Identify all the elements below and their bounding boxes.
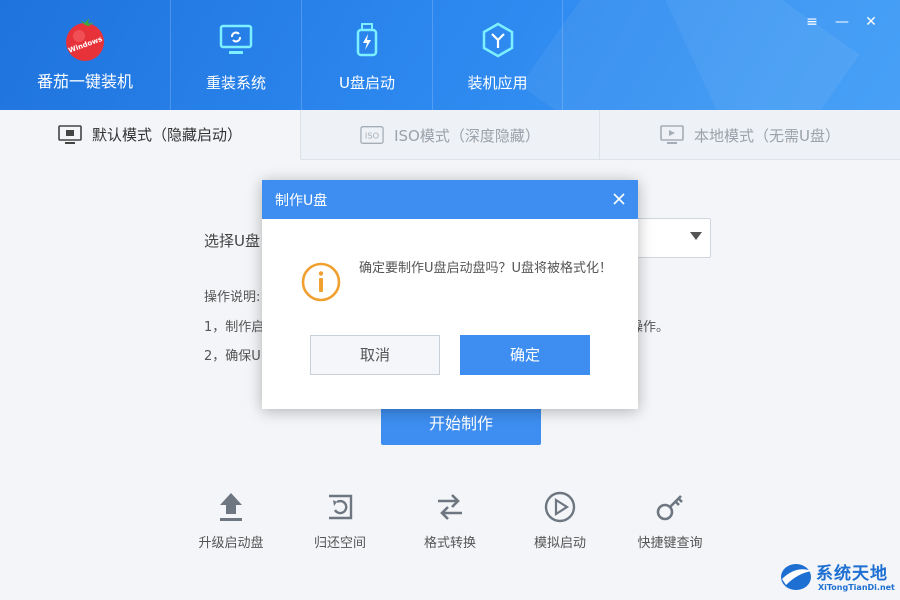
- play-circle-icon: [544, 491, 576, 523]
- monitor-refresh-icon: [219, 24, 253, 54]
- dialog-close-icon[interactable]: [610, 190, 628, 208]
- tool-hotkey-lookup[interactable]: 快捷键查询: [615, 490, 725, 551]
- tool-label: 快捷键查询: [637, 536, 703, 551]
- nav-usb-boot[interactable]: U盘启动: [301, 0, 432, 110]
- tomato-logo-icon: Windows: [66, 18, 104, 61]
- warning-info-icon: [301, 262, 341, 302]
- restore-space-icon: [329, 494, 353, 520]
- hexagon-y-icon: [482, 22, 513, 58]
- key-icon: [656, 495, 683, 521]
- chevron-down-icon: [690, 232, 702, 240]
- watermark-subtitle: XiTongTianDi.net: [818, 583, 895, 592]
- close-icon[interactable]: ✕: [862, 14, 880, 30]
- tab-default-mode[interactable]: 默认模式（隐藏启动）: [0, 110, 301, 160]
- app-title: 番茄一键装机: [36, 72, 133, 91]
- tab-label: 默认模式（隐藏启动）: [91, 126, 242, 144]
- instruction-line-2: 2，确保U: [204, 349, 261, 364]
- tab-label: 本地模式（无需U盘）: [694, 126, 840, 145]
- iso-file-icon: ISO: [360, 126, 384, 144]
- tool-simulate-boot[interactable]: 模拟启动: [505, 490, 615, 551]
- app-logo-area: Windows 番茄一键装机: [0, 0, 170, 110]
- nav-label: 装机应用: [467, 74, 528, 92]
- tab-iso-mode[interactable]: ISO ISO模式（深度隐藏）: [301, 110, 600, 160]
- nav-reinstall-system[interactable]: 重装系统: [170, 0, 301, 110]
- confirm-button[interactable]: 确定: [460, 335, 590, 375]
- globe-logo-icon: [781, 564, 812, 590]
- nav-label: 重装系统: [205, 74, 266, 92]
- nav-label: U盘启动: [339, 74, 395, 92]
- local-monitor-icon: [660, 125, 684, 144]
- mode-tabs: 默认模式（隐藏启动） ISO ISO模式（深度隐藏） 本地模式（无需U盘）: [0, 110, 900, 160]
- swap-arrows-icon: [438, 494, 462, 520]
- tool-bar: 升级启动盘 归还空间 格式转换 模拟启动 快捷键查询: [0, 490, 900, 570]
- dialog-message: 确定要制作U盘启动盘吗？U盘将被格式化！: [359, 261, 613, 276]
- instruction-line-1: 1，制作启: [204, 320, 265, 335]
- cancel-button[interactable]: 取消: [310, 335, 440, 375]
- monitor-icon: [58, 124, 82, 144]
- tool-restore-space[interactable]: 归还空间: [285, 490, 395, 551]
- minimize-icon[interactable]: —: [833, 14, 851, 30]
- watermark-title: 系统天地: [816, 564, 888, 584]
- site-watermark: 系统天地 XiTongTianDi.net: [776, 553, 900, 600]
- tool-label: 格式转换: [423, 536, 476, 551]
- confirm-dialog: 制作U盘 确定要制作U盘启动盘吗？U盘将被格式化！ 取消 确定: [262, 180, 638, 409]
- select-usb-label: 选择U盘: [204, 232, 260, 250]
- top-nav: 重装系统 U盘启动 装机应用: [170, 0, 563, 110]
- tool-format-convert[interactable]: 格式转换: [395, 490, 505, 551]
- tab-local-mode[interactable]: 本地模式（无需U盘）: [600, 110, 900, 160]
- menu-icon[interactable]: ≡: [803, 14, 821, 30]
- tool-upgrade-boot-disk[interactable]: 升级启动盘: [176, 490, 286, 551]
- tab-label: ISO模式（深度隐藏）: [394, 126, 540, 145]
- instructions-title: 操作说明:: [204, 290, 261, 305]
- usb-drive-icon: [356, 23, 378, 57]
- nav-install-apps[interactable]: 装机应用: [432, 0, 563, 110]
- dialog-title: 制作U盘: [275, 193, 328, 209]
- app-header: Windows 番茄一键装机 重装系统 U盘启动 装机应用 ≡ — ✕: [0, 0, 900, 110]
- iso-icon-text: ISO: [365, 131, 380, 141]
- upload-arrow-icon: [220, 493, 242, 521]
- dialog-header: 制作U盘: [262, 180, 638, 219]
- tool-label: 模拟启动: [533, 536, 586, 551]
- tool-label: 归还空间: [313, 536, 366, 551]
- start-make-button[interactable]: 开始制作: [381, 403, 541, 445]
- tool-label: 升级启动盘: [198, 536, 264, 551]
